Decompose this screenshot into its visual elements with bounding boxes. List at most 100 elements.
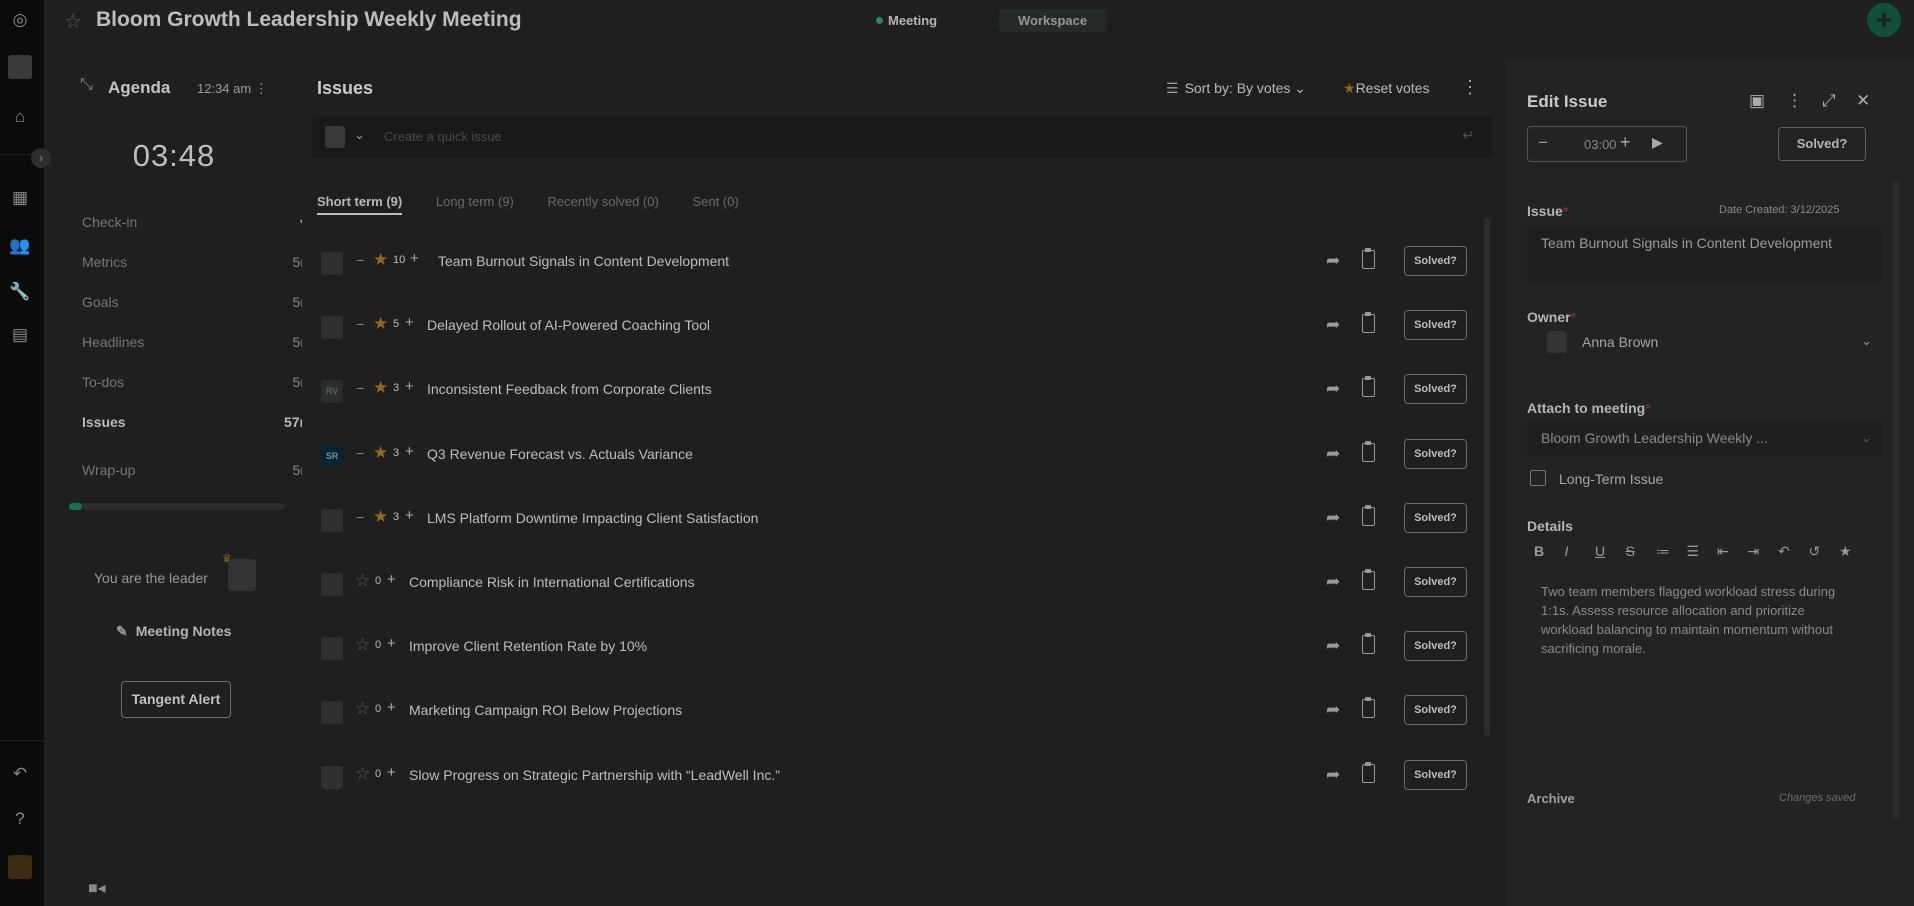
upvote-icon[interactable]: + [410,250,419,267]
vote-star-icon[interactable]: ★ [373,378,388,398]
clipboard-icon[interactable] [1362,504,1375,526]
upvote-icon[interactable]: + [405,507,414,524]
issue-title[interactable]: Slow Progress on Strategic Partnership w… [409,767,780,783]
decrement-icon[interactable]: − [1538,133,1548,153]
issues-scrollbar[interactable] [1484,218,1490,736]
strikethrough-icon[interactable]: S [1626,543,1657,559]
owner-avatar[interactable] [321,637,343,661]
issue-row[interactable]: ☆ 0 + Compliance Risk in International Cert… [312,551,1490,615]
agenda-clock[interactable]: 12:34 am ⋮ [197,81,268,97]
agenda-item-goals[interactable]: Goals 5m [82,281,312,321]
agenda-item-wrap-up[interactable]: Wrap-up 5m [82,449,312,489]
owner-avatar[interactable]: SR [321,444,343,468]
tools-icon[interactable]: 🔧 [8,280,32,304]
tab-meeting[interactable]: Meeting [864,9,949,32]
upvote-icon[interactable]: + [387,571,396,588]
dashboard-icon[interactable]: ▦ [8,186,32,210]
play-icon[interactable]: ▶ [1652,134,1663,151]
owner-avatar[interactable] [325,126,345,148]
issue-row[interactable]: SR − ★ 3 + Q3 Revenue Forecast vs. Actuals Va… [312,423,1490,487]
archive-button[interactable]: Archive [1527,791,1575,806]
long-term-checkbox[interactable] [1530,470,1546,486]
solved-button[interactable]: Solved? [1404,374,1467,405]
downvote-icon[interactable]: − [356,380,364,396]
solved-button[interactable]: Solved? [1778,127,1866,161]
clipboard-icon[interactable] [1362,568,1375,590]
share-arrow-icon[interactable]: ➦ [1326,379,1340,399]
clipboard-icon[interactable] [1362,248,1375,269]
upvote-icon[interactable]: + [387,699,396,716]
downvote-icon[interactable]: − [356,445,364,461]
outdent-icon[interactable]: ⇤ [1717,543,1748,560]
issue-row[interactable]: − ★ 3 + LMS Platform Downtime Impacting Clie… [312,487,1490,551]
agenda-item-metrics[interactable]: Metrics 5m [82,241,312,281]
bullet-list-icon[interactable]: ☰ [1687,543,1718,560]
downvote-icon[interactable]: − [356,509,364,525]
clipboard-icon[interactable] [1362,312,1375,334]
collapse-toggle-icon[interactable]: › [31,148,51,168]
quick-issue-input[interactable]: Create a quick issue [384,129,502,144]
share-arrow-icon[interactable]: ➦ [1326,444,1340,464]
solved-button[interactable]: Solved? [1404,566,1467,597]
solved-button[interactable]: Solved? [1404,631,1467,662]
issue-row[interactable]: ☆ 0 + Marketing Campaign ROI Below Projecti… [312,679,1490,743]
vote-star-icon[interactable]: ★ [373,507,388,527]
tab-short-term[interactable]: Short term (9) [317,194,403,215]
details-editor[interactable]: Two team members flagged workload stress… [1541,582,1841,658]
issue-row[interactable]: ☆ 0 + Slow Progress on Strategic Partnershi… [312,744,1490,808]
edit-panel-scrollbar[interactable] [1893,180,1899,820]
upvote-icon[interactable]: + [387,635,396,652]
solved-button[interactable]: Solved? [1404,438,1467,469]
issue-row[interactable]: − ★ 5 + Delayed Rollout of AI-Powered Coachi… [312,294,1490,358]
issue-title[interactable]: LMS Platform Downtime Impacting Client S… [427,510,758,526]
solved-button[interactable]: Solved? [1404,246,1467,276]
italic-icon[interactable]: I [1565,543,1596,559]
chevron-down-icon[interactable]: ⌄ [354,127,365,143]
clipboard-icon[interactable] [1362,697,1375,719]
issue-title[interactable]: Improve Client Retention Rate by 10% [409,638,647,654]
share-arrow-icon[interactable]: ➦ [1326,572,1340,592]
side-panel-icon[interactable]: ▣ [1749,91,1765,111]
share-arrow-icon[interactable]: ➦ [1326,765,1340,785]
issue-title[interactable]: Compliance Risk in International Certifi… [409,574,695,590]
issue-row[interactable]: ☆ 0 + Improve Client Retention Rate by 10% ➦… [312,615,1490,679]
issue-title[interactable]: Team Burnout Signals in Content Developm… [438,253,729,269]
clipboard-icon[interactable] [1362,376,1375,398]
tab-workspace[interactable]: Workspace [999,9,1107,32]
logo-icon[interactable]: ◎ [8,8,32,32]
owner-select[interactable]: Anna Brown ⌄ [1527,322,1882,362]
add-button[interactable]: + [1867,3,1901,37]
video-camera-icon[interactable]: ■◂ [88,878,106,898]
issue-title[interactable]: Delayed Rollout of AI-Powered Coaching T… [427,317,710,333]
meeting-notes-button[interactable]: ✎ Meeting Notes [116,623,231,640]
share-arrow-icon[interactable]: ➦ [1326,636,1340,656]
ordered-list-icon[interactable]: ≔ [1656,543,1687,560]
clipboard-icon[interactable] [1362,633,1375,655]
kebab-icon[interactable]: ⋮ [1786,91,1803,111]
collapse-arrows-icon[interactable]: ⤡ [80,76,93,94]
owner-avatar[interactable]: RV [321,380,343,404]
vote-star-icon[interactable]: ★ [373,250,388,270]
increment-icon[interactable]: + [1620,132,1631,153]
clipboard-icon[interactable] [1362,761,1375,783]
agenda-item-to-dos[interactable]: To-dos 5m [82,361,312,401]
owner-avatar[interactable] [321,572,343,596]
home-icon[interactable]: ⌂ [8,105,32,129]
vote-star-icon[interactable]: ★ [373,314,388,334]
upvote-icon[interactable]: + [387,764,396,781]
agenda-item-issues[interactable]: Issues 57m [82,401,312,441]
share-arrow-icon[interactable]: ➦ [1326,508,1340,528]
org-avatar[interactable] [8,855,32,879]
share-arrow-icon[interactable]: ➦ [1326,251,1340,271]
star-icon[interactable]: ★ [1839,543,1870,560]
kebab-icon[interactable]: ⋮ [255,81,268,96]
issue-row[interactable]: RV − ★ 3 + Inconsistent Feedback from Corpora… [312,358,1490,422]
upvote-icon[interactable]: + [405,443,414,460]
indent-icon[interactable]: ⇥ [1748,543,1779,560]
enter-icon[interactable]: ↵ [1462,127,1474,144]
downvote-icon[interactable]: − [356,252,364,268]
agenda-item-check-in[interactable]: Check-in ✓ [82,201,312,241]
owner-avatar[interactable] [321,252,343,275]
share-arrow-icon[interactable]: ➦ [1326,700,1340,720]
vote-star-icon[interactable]: ☆ [355,699,370,719]
